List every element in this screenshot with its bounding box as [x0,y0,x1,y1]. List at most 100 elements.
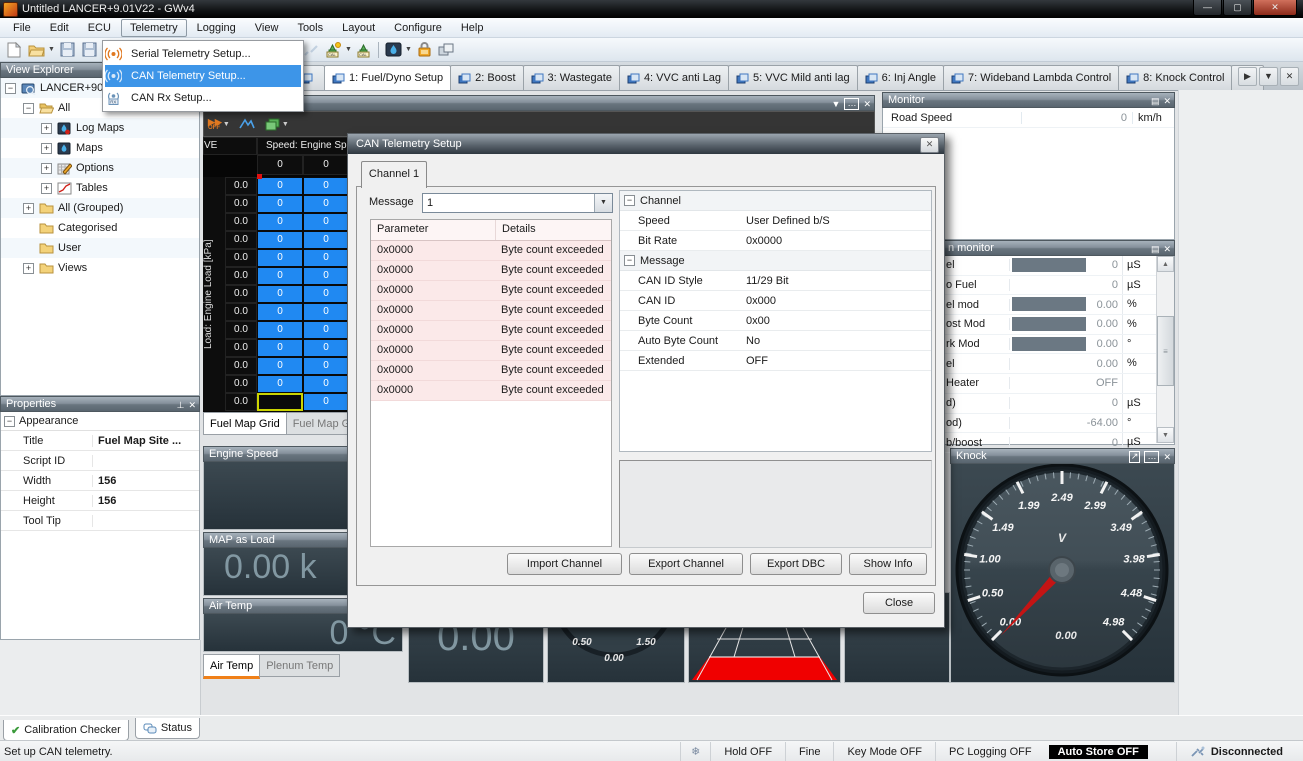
tree-item-log-maps[interactable]: +Log Maps [1,118,199,138]
close-button[interactable]: ✕ [1253,0,1297,16]
close-panel-icon[interactable]: ✕ [1163,95,1171,107]
col-header-details[interactable]: Details [496,220,536,240]
tree-item-options[interactable]: +Options [1,158,199,178]
fuel-cell[interactable]: 0 [257,195,303,213]
save-all-icon[interactable] [79,41,99,59]
scroll-thumb[interactable]: ≡ [1157,316,1174,386]
fuel-cell[interactable]: 0 [257,321,303,339]
fuel-cell[interactable]: 0 [257,213,303,231]
fuel-cell[interactable]: 0 [257,357,303,375]
layout-tab[interactable]: 7: Wideband Lambda Control [943,65,1119,90]
menu-edit[interactable]: Edit [41,19,78,37]
menu-tools[interactable]: Tools [288,19,332,37]
popout-icon[interactable]: ↗ [1129,451,1141,463]
property-value[interactable]: 156 [93,475,199,487]
property-value[interactable]: Fuel Map Site ... [93,435,199,447]
map-as-load-header[interactable]: MAP as Load [203,532,353,548]
property-row-can-id-style[interactable]: CAN ID Style11/29 Bit [620,271,931,291]
layout-tab[interactable]: 8: Knock Control [1118,65,1232,90]
group-expander-icon[interactable]: − [4,416,15,427]
property-group-channel[interactable]: −Channel [620,191,931,211]
cal-upload-star-icon[interactable]: CAL [323,41,343,59]
fuel-cell[interactable]: 0 [303,213,349,231]
tree-expander-icon[interactable]: + [23,263,34,274]
menu-item-can-rx-setup-[interactable]: RXCAN Rx Setup... [105,87,301,109]
layout-tab[interactable]: 1: Fuel/Dyno Setup [324,65,451,90]
fuel-cell[interactable]: 0 [303,249,349,267]
menu-item-serial-telemetry-setup-[interactable]: Serial Telemetry Setup... [105,43,301,65]
menu-telemetry[interactable]: Telemetry [121,19,187,37]
button-export-dbc[interactable]: Export DBC [750,553,842,575]
tree-expander-icon[interactable]: − [5,83,16,94]
aux-scrollbar[interactable]: ▲≡▼ [1156,256,1174,443]
tree-expander-icon[interactable]: + [23,203,34,214]
fuel-cell[interactable]: 0 [303,177,349,195]
property-row-can-id[interactable]: CAN ID0x000 [620,291,931,311]
property-row-byte-count[interactable]: Byte Count0x00 [620,311,931,331]
table-row[interactable]: 0x0000Byte count exceeded [371,301,611,321]
fuel-cell[interactable]: 0 [257,303,303,321]
monitor-view-icon[interactable] [383,41,403,59]
tab-plenum-temp[interactable]: Plenum Temp [259,654,340,677]
dropdown-icon[interactable]: ▼ [832,98,841,110]
tab-channel-1[interactable]: Channel 1 [361,161,427,188]
tree-item-maps[interactable]: +Maps [1,138,199,158]
tracking-off-icon[interactable]: ▶▶OFF [208,117,222,131]
lock-icon[interactable] [414,41,434,59]
table-row[interactable]: 0x0000Byte count exceeded [371,241,611,261]
layout-tab[interactable]: 5: VVC Mild anti lag [728,65,858,90]
close-panel-icon[interactable]: ✕ [1163,451,1171,463]
fuel-cell[interactable]: 0 [257,177,303,195]
toolbar-dropdown-icon[interactable]: ▼ [47,46,56,53]
window-titlebar[interactable]: Untitled LANCER+9.01V22 - GWv4 — ▢ ✕ [0,0,1303,18]
group-expander-icon[interactable]: − [624,255,635,266]
group-expander-icon[interactable]: − [624,195,635,206]
tree-expander-icon[interactable]: + [41,123,52,134]
tree-expander-icon[interactable]: + [41,183,52,194]
menu-item-can-telemetry-setup-[interactable]: CAN Telemetry Setup... [105,65,301,87]
tree-item-tables[interactable]: +Tables [1,178,199,198]
fuel-cell[interactable]: 0 [303,231,349,249]
table-row[interactable]: 0x0000Byte count exceeded [371,281,611,301]
layers-dropdown-icon[interactable]: ▼ [281,121,290,128]
tree-item-categorised[interactable]: Categorised [1,218,199,238]
table-row[interactable]: 0x0000Byte count exceeded [371,361,611,381]
property-group-message[interactable]: −Message [620,251,931,271]
window-layout-icon[interactable] [436,41,456,59]
table-row[interactable]: 0x0000Byte count exceeded [371,341,611,361]
fuel-cell[interactable]: 0 [303,267,349,285]
property-row-extended[interactable]: ExtendedOFF [620,351,931,371]
menu-ecu[interactable]: ECU [79,19,120,37]
fuel-cell[interactable]: 0 [303,195,349,213]
axis-icon[interactable] [239,118,255,130]
close-window-icon[interactable]: ✕ [863,98,871,110]
tab-status[interactable]: Status [135,718,200,739]
print-icon[interactable]: ▤ [1151,95,1160,107]
scroll-down-icon[interactable]: ▼ [1157,427,1174,443]
layout-tab[interactable]: 3: Wastegate [523,65,620,90]
properties-group-appearance[interactable]: −Appearance [1,412,199,431]
close-dialog-button[interactable]: Close [863,592,935,614]
new-file-icon[interactable] [4,41,24,59]
dialog-close-icon[interactable]: ✕ [920,137,939,153]
layout-tab[interactable]: 2: Boost [450,65,523,90]
combo-dropdown-icon[interactable]: ▼ [594,194,612,212]
menu-help[interactable]: Help [452,19,493,37]
fuel-cell[interactable]: 0 [257,375,303,393]
save-icon[interactable] [57,41,77,59]
tab-scroll-right-icon[interactable]: ▶ [1238,67,1257,86]
fuel-cell[interactable]: 0 [257,249,303,267]
property-row-speed[interactable]: SpeedUser Defined b/S [620,211,931,231]
toolbar-dropdown-icon[interactable]: ▼ [404,46,413,53]
layers-icon[interactable] [265,118,281,131]
tree-expander-icon[interactable]: − [23,103,34,114]
fuel-cell[interactable]: 0 [257,285,303,303]
tree-expander-icon[interactable]: + [41,143,52,154]
toolbar-dropdown-icon[interactable]: ▼ [344,46,353,53]
tracking-dropdown-icon[interactable]: ▼ [222,121,231,128]
layout-tab[interactable]: 4: VVC anti Lag [619,65,729,90]
fuel-cell[interactable]: 0 [303,393,349,411]
table-row[interactable]: 0x0000Byte count exceeded [371,321,611,341]
close-panel-icon[interactable]: ✕ [1163,243,1171,255]
fuel-cell[interactable]: 0 [257,339,303,357]
